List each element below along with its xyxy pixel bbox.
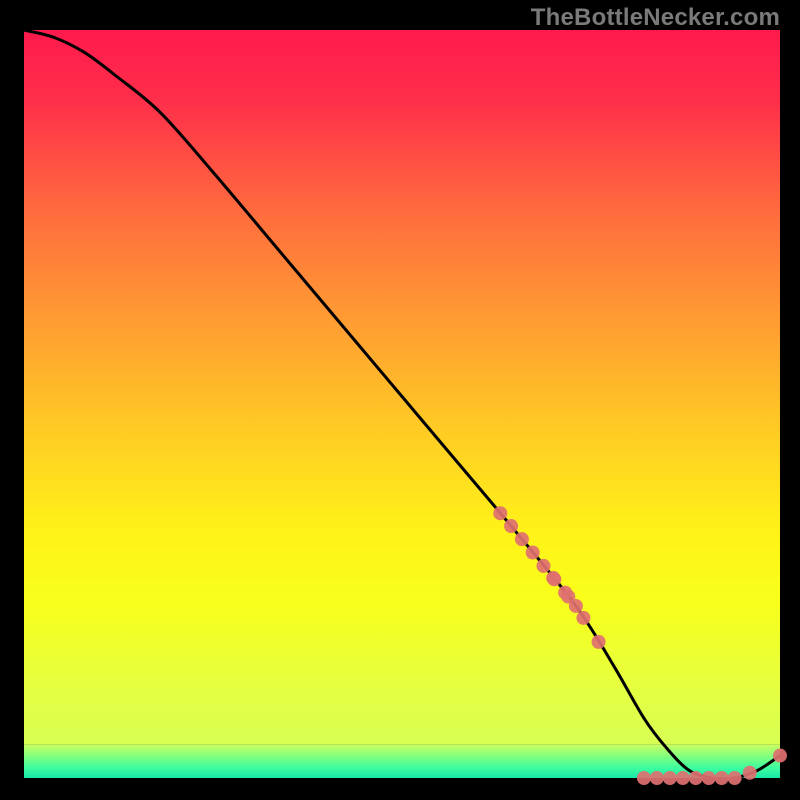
- data-marker: [576, 611, 590, 625]
- data-marker: [773, 749, 787, 763]
- data-marker: [515, 532, 529, 546]
- data-marker: [715, 771, 729, 785]
- heat-gradient: [24, 30, 780, 744]
- data-marker: [663, 771, 677, 785]
- data-marker: [676, 771, 690, 785]
- bottleneck-chart: [0, 0, 800, 800]
- data-marker: [689, 771, 703, 785]
- data-marker: [526, 546, 540, 560]
- data-marker: [702, 771, 716, 785]
- data-marker: [592, 635, 606, 649]
- data-marker: [504, 519, 518, 533]
- data-marker: [493, 506, 507, 520]
- data-marker: [536, 559, 550, 573]
- watermark-text: TheBottleNecker.com: [531, 4, 780, 32]
- chart-container: TheBottleNecker.com: [0, 0, 800, 800]
- data-marker: [650, 771, 664, 785]
- data-marker: [743, 766, 757, 780]
- data-marker: [546, 571, 560, 585]
- data-marker: [637, 771, 651, 785]
- data-marker: [728, 771, 742, 785]
- data-marker: [561, 590, 575, 604]
